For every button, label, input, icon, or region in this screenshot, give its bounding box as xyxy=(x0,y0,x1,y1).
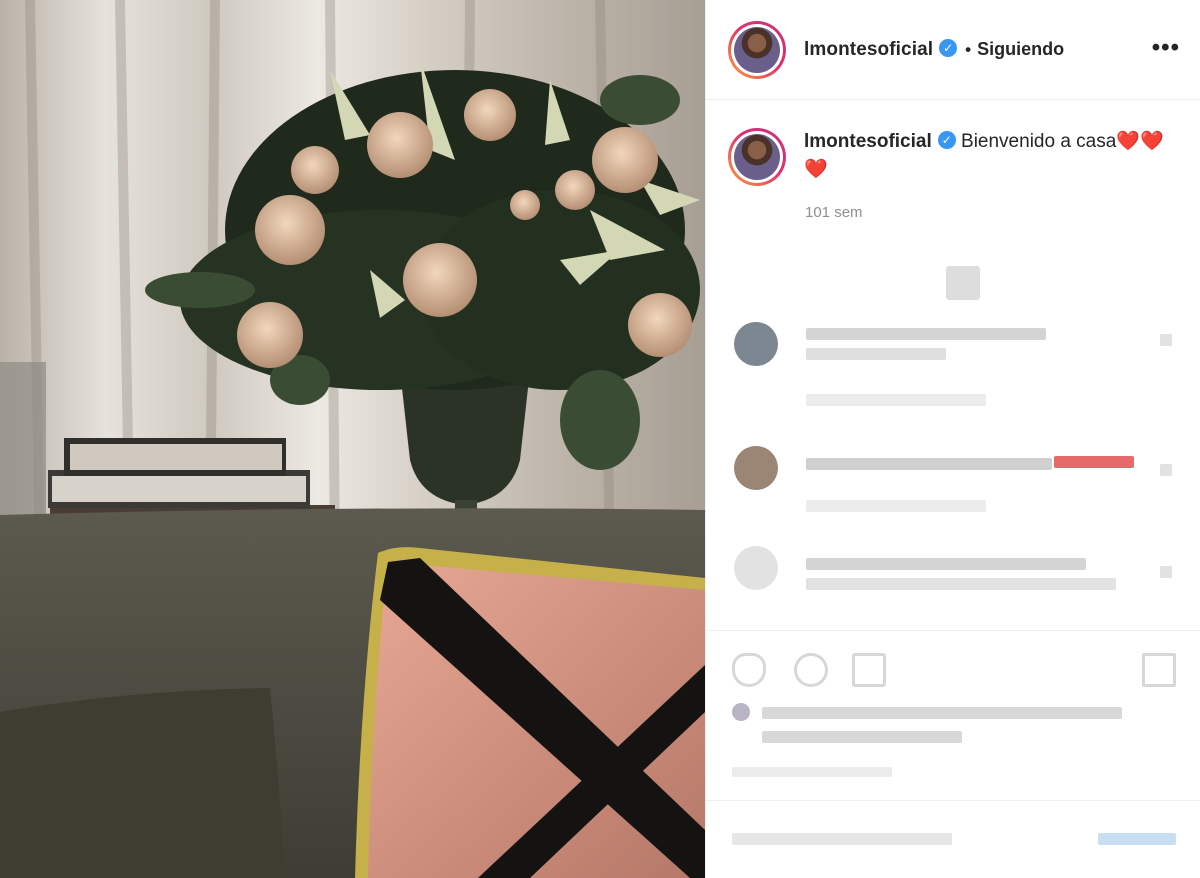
likes-summary[interactable] xyxy=(762,707,1122,719)
avatar[interactable] xyxy=(734,546,778,590)
add-comment-bar[interactable] xyxy=(706,800,1200,878)
post-image xyxy=(0,0,705,878)
follow-status-button[interactable]: Siguiendo xyxy=(977,39,1064,60)
post-date xyxy=(732,767,892,777)
author-avatar[interactable] xyxy=(728,20,786,79)
publish-button[interactable] xyxy=(1098,833,1176,845)
post-header: lmontesoficial ✓ • Siguiendo ••• xyxy=(706,0,1200,100)
avatar[interactable] xyxy=(734,446,778,490)
author-username-link[interactable]: lmontesoficial xyxy=(804,39,933,61)
bookmark-icon[interactable] xyxy=(1142,653,1176,687)
caption: lmontesoficial ✓ Bienvenido a casa❤️❤️❤️ xyxy=(728,128,1178,186)
post-actions xyxy=(706,630,1200,800)
share-icon[interactable] xyxy=(852,653,886,687)
load-more-comments-icon[interactable] xyxy=(946,266,980,300)
more-options-icon[interactable]: ••• xyxy=(1152,36,1180,60)
verified-badge-icon: ✓ xyxy=(937,130,956,149)
post-photo[interactable] xyxy=(0,0,705,878)
avatar[interactable] xyxy=(734,322,778,366)
post-details-panel: lmontesoficial ✓ • Siguiendo ••• lmontes… xyxy=(705,0,1200,878)
comment-input[interactable] xyxy=(732,833,952,845)
comments-section: lmontesoficial ✓ Bienvenido a casa❤️❤️❤️ … xyxy=(706,100,1200,630)
caption-body: lmontesoficial ✓ Bienvenido a casa❤️❤️❤️ xyxy=(804,128,1178,186)
heart-icon[interactable] xyxy=(732,653,766,687)
header-separator: • xyxy=(965,39,972,59)
comment-icon[interactable] xyxy=(794,653,828,687)
caption-username-link[interactable]: lmontesoficial xyxy=(804,131,932,152)
caption-timestamp[interactable]: 101 sem xyxy=(805,204,1178,221)
verified-badge-icon: ✓ xyxy=(939,38,958,57)
avatar[interactable] xyxy=(732,703,750,721)
caption-avatar[interactable] xyxy=(728,128,786,186)
